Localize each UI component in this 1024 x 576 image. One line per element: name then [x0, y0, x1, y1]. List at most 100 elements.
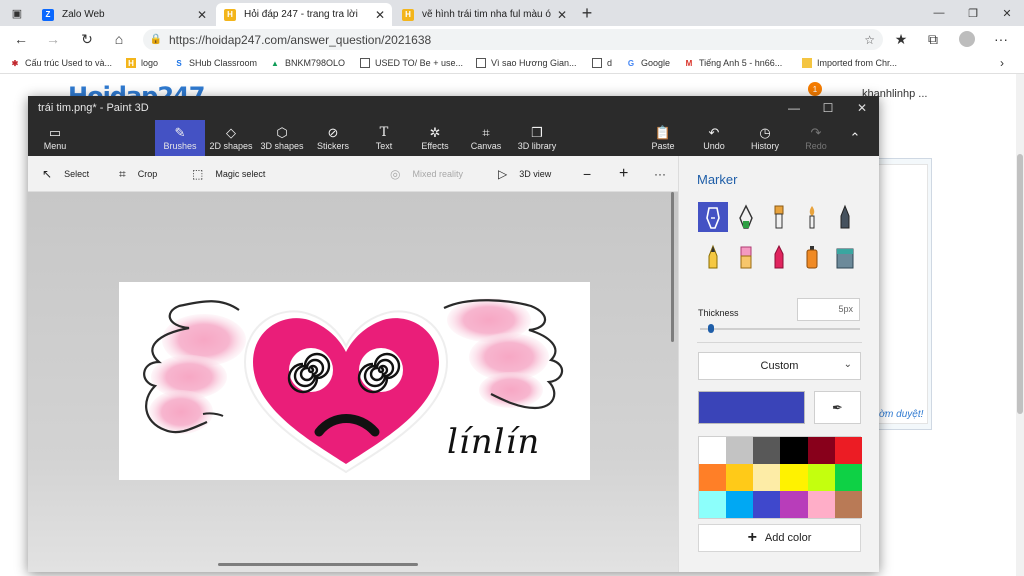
home-icon[interactable]: ⌂	[108, 29, 130, 49]
collapse-toolbar-icon[interactable]: ⌃	[835, 120, 875, 156]
tab-question[interactable]: H vẽ hình trái tim nha ful màu ó kè ✕	[394, 3, 574, 26]
color-swatch[interactable]	[807, 491, 835, 518]
bookmark-item[interactable]: M Tiếng Anh 5 - hn66...	[684, 56, 783, 70]
stickers-button[interactable]: ⊘ Stickers	[308, 120, 358, 156]
eyedropper-button[interactable]: ✒	[814, 391, 861, 424]
color-swatch[interactable]	[753, 437, 781, 464]
collections-icon[interactable]: ⧉	[922, 29, 944, 49]
color-swatch[interactable]	[780, 464, 808, 491]
bookmark-item[interactable]: Imported from Chr...	[802, 56, 897, 70]
2d-shapes-button[interactable]: ◇ 2D shapes	[206, 120, 256, 156]
crop-button[interactable]: ⌗ Crop	[119, 166, 157, 182]
color-swatch[interactable]	[699, 491, 727, 518]
history-button[interactable]: ◷ History	[740, 120, 790, 156]
bookmark-item[interactable]: USED TO/ Be + use...	[360, 56, 463, 70]
text-button[interactable]: T Text	[359, 120, 409, 156]
color-swatch[interactable]	[753, 464, 781, 491]
3d-view-button[interactable]: ▷ 3D view	[498, 166, 551, 182]
menu-button[interactable]: ▭ Menu	[30, 120, 80, 156]
address-bar[interactable]: 🔒 https://hoidap247.com/answer_question/…	[143, 29, 883, 50]
tab-zalo[interactable]: Z Zalo Web ✕	[34, 3, 214, 26]
magic-select-button[interactable]: ⬚ Magic select	[192, 166, 265, 182]
canvas-horizontal-scrollbar[interactable]	[218, 563, 418, 566]
bookmark-item[interactable]: ✱ Cấu trúc Used to và...	[10, 56, 112, 70]
oil-brush-button[interactable]	[764, 202, 794, 232]
spray-can-button[interactable]	[797, 242, 827, 272]
back-icon[interactable]: ←	[10, 29, 32, 49]
tab-actions-icon[interactable]: ▣	[2, 0, 32, 26]
3d-shapes-button[interactable]: ⬡ 3D shapes	[257, 120, 307, 156]
zoom-out-button[interactable]: −	[583, 166, 591, 182]
paint-close-icon[interactable]: ✕	[845, 96, 879, 120]
close-icon[interactable]: ✕	[990, 0, 1024, 26]
eraser-button[interactable]	[731, 242, 761, 272]
color-swatch[interactable]	[780, 437, 808, 464]
color-swatch[interactable]	[807, 464, 835, 491]
forward-icon[interactable]: →	[42, 29, 64, 49]
lock-icon[interactable]: 🔒	[143, 34, 169, 45]
cursor-icon: ↖	[42, 167, 53, 181]
bookmark-label: SHub Classroom	[189, 58, 258, 68]
drawing-canvas[interactable]: línlín	[119, 282, 590, 480]
tab-hoidap[interactable]: H Hỏi đáp 247 - trang tra lời ✕	[216, 3, 392, 26]
close-tab-icon[interactable]: ✕	[194, 8, 210, 22]
color-swatch[interactable]	[753, 491, 781, 518]
pixel-pen-button[interactable]	[830, 202, 860, 232]
undo-button[interactable]: ↶ Undo	[689, 120, 739, 156]
color-swatch[interactable]	[699, 464, 727, 491]
zoom-in-button[interactable]: +	[619, 165, 628, 182]
fill-bucket-button[interactable]	[830, 242, 860, 272]
new-tab-button[interactable]: +	[574, 0, 600, 26]
restore-icon[interactable]: ❐	[956, 0, 990, 26]
watercolor-button[interactable]	[797, 202, 827, 232]
minimize-icon[interactable]: —	[922, 0, 956, 26]
favorites-icon[interactable]: ★	[890, 29, 912, 49]
bookmark-item[interactable]: Hlogo	[126, 56, 158, 70]
thickness-slider-handle[interactable]	[708, 324, 714, 333]
close-tab-icon[interactable]: ✕	[372, 8, 388, 22]
color-swatch[interactable]	[780, 491, 808, 518]
bookmark-item[interactable]: G Google	[626, 56, 670, 70]
canvas-vertical-scrollbar[interactable]	[671, 192, 674, 342]
color-swatch[interactable]	[834, 464, 862, 491]
color-swatch[interactable]	[726, 491, 754, 518]
brushes-button[interactable]: ✎ Brushes	[155, 120, 205, 156]
profile-avatar-icon[interactable]	[956, 29, 978, 49]
pencil-button[interactable]	[698, 242, 728, 272]
thickness-slider[interactable]	[700, 328, 860, 330]
color-swatch[interactable]	[834, 491, 862, 518]
more-options-icon[interactable]: ···	[990, 29, 1012, 49]
paste-button[interactable]: 📋 Paste	[638, 120, 688, 156]
bookmark-item[interactable]: ▲ BNKM798OLO	[270, 56, 345, 70]
mixed-reality-button[interactable]: ◎ Mixed reality	[390, 166, 463, 182]
redo-button[interactable]: ↷ Redo	[791, 120, 841, 156]
bookmark-item[interactable]: S SHub Classroom	[174, 56, 257, 70]
select-button[interactable]: ↖ Select	[42, 166, 89, 182]
paint-minimize-icon[interactable]: —	[777, 96, 811, 120]
notification-badge[interactable]: 1	[808, 82, 822, 96]
paint-maximize-icon[interactable]: ☐	[811, 96, 845, 120]
color-swatch[interactable]	[699, 437, 727, 464]
color-mode-dropdown[interactable]: Custom ⌄	[698, 352, 861, 380]
color-swatch[interactable]	[807, 437, 835, 464]
thickness-input[interactable]: 5px	[797, 298, 860, 321]
more-options-button[interactable]: ···	[654, 166, 666, 182]
refresh-icon[interactable]: ↻	[76, 29, 98, 49]
crayon-button[interactable]	[764, 242, 794, 272]
add-color-button[interactable]: + Add color	[698, 524, 861, 552]
calligraphy-pen-button[interactable]	[731, 202, 761, 232]
color-swatch[interactable]	[726, 464, 754, 491]
color-swatch[interactable]	[834, 437, 862, 464]
color-swatch[interactable]	[726, 437, 754, 464]
marker-brush-button[interactable]	[698, 202, 728, 232]
close-tab-icon[interactable]: ✕	[554, 8, 570, 22]
bookmark-item[interactable]: Vì sao Hương Gian...	[476, 56, 576, 70]
page-scrollbar[interactable]	[1016, 74, 1024, 576]
canvas-button[interactable]: ⌗ Canvas	[461, 120, 511, 156]
bookmarks-overflow-icon[interactable]: ›	[1000, 56, 1004, 70]
favorite-star-icon[interactable]: ☆	[864, 33, 875, 47]
3d-library-button[interactable]: ❒ 3D library	[512, 120, 562, 156]
current-color-swatch[interactable]	[698, 391, 805, 424]
effects-button[interactable]: ✲ Effects	[410, 120, 460, 156]
bookmark-item[interactable]: d	[592, 56, 612, 70]
